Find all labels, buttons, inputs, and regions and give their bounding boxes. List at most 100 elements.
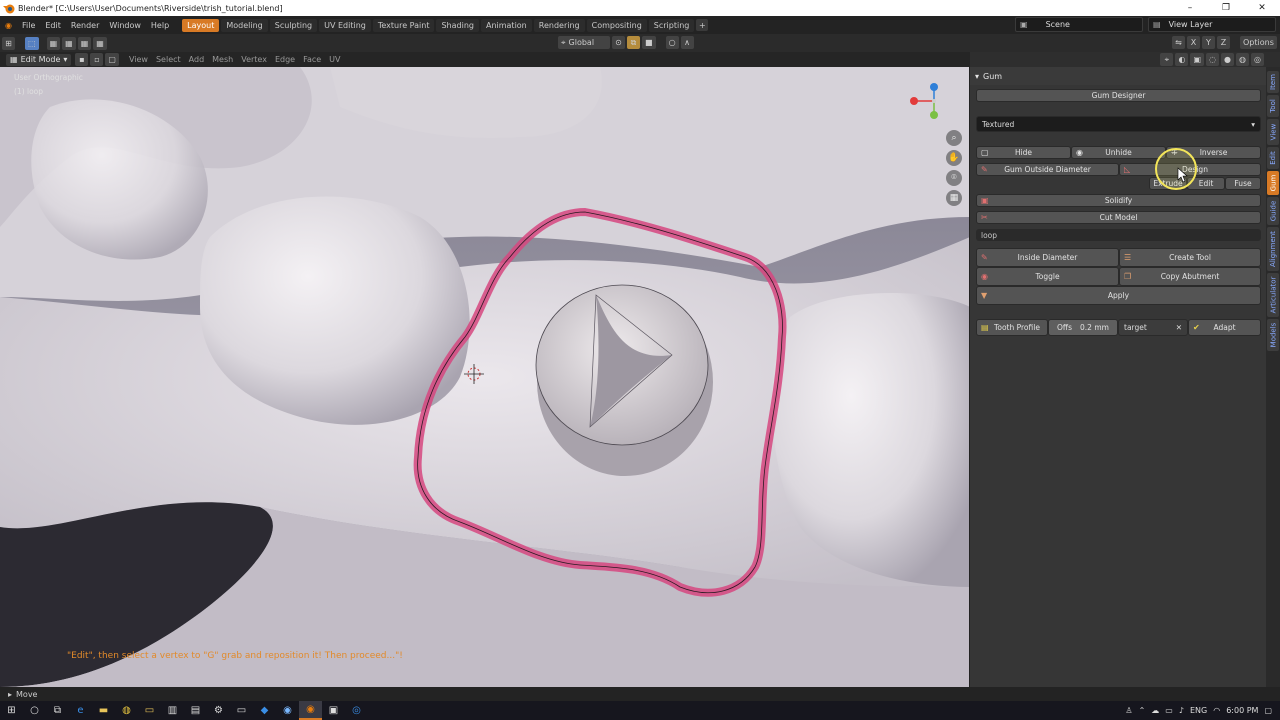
menu-window[interactable]: Window [104,21,146,30]
sidebar-tab-tool[interactable]: Tool [1267,95,1279,117]
create-tool-button[interactable]: ☰ Create Tool [1119,248,1261,267]
sidebar-tab-articulator[interactable]: Articulator [1267,273,1279,317]
tab-modeling[interactable]: Modeling [221,18,268,32]
clear-x-icon[interactable]: ✕ [1176,323,1182,332]
menu-select[interactable]: Select [152,55,185,64]
menu-mesh[interactable]: Mesh [208,55,237,64]
grid-toggle-icon[interactable]: ▦ [946,190,962,206]
windows-start-icon[interactable]: ⊞ [0,701,23,720]
blender-taskbar-icon[interactable]: ◉ [299,701,322,720]
menu-face[interactable]: Face [299,55,325,64]
options-dropdown[interactable]: Options [1240,36,1277,49]
snap-target-dropdown[interactable]: ■ [642,36,656,49]
edge-select-button[interactable]: ▫ [90,53,104,66]
mirror-x-button[interactable]: X [1187,36,1200,49]
offset-field[interactable]: Offs 0.2 mm [1048,319,1118,336]
last-operator-label[interactable]: Move [16,690,37,699]
apply-button[interactable]: ▼ Apply [976,286,1261,305]
viewport-gizmo-toggle[interactable]: ⌖ [1160,53,1174,66]
tab-uv-editing[interactable]: UV Editing [319,18,371,32]
select-mode-extend-button[interactable]: ▦ [62,36,76,50]
shading-rendered-button[interactable]: ◎ [1251,53,1264,66]
shading-material-button[interactable]: ◍ [1236,53,1249,66]
snap-toggle-button[interactable]: ⧉ [627,36,640,49]
tab-animation[interactable]: Animation [480,18,532,32]
sidebar-tab-alignment[interactable]: Alignment [1267,227,1279,271]
clock-label[interactable]: 6:00 PM [1226,706,1258,715]
edge-browser-icon[interactable]: e [69,701,92,720]
blender-menu-icon[interactable]: ◉ [0,21,17,30]
cut-model-button[interactable]: ✂ Cut Model [976,211,1261,224]
menu-edge[interactable]: Edge [271,55,299,64]
tab-layout[interactable]: Layout [182,18,220,32]
minimize-button[interactable]: – [1172,0,1208,16]
3d-viewport[interactable]: User Orthographic (1) loop ⌕ ✋ ⌾ ▦ "Edit… [0,67,970,687]
orientation-dropdown[interactable]: ⌖ Global [558,36,610,49]
hide-button[interactable]: ▢ Hide [976,146,1071,159]
cloud-icon[interactable]: ☁ [1151,706,1159,715]
folder-icon[interactable]: ▭ [138,701,161,720]
tab-scripting[interactable]: Scripting [648,18,695,32]
expand-arrow-icon[interactable]: ▸ [8,690,12,699]
app-icon[interactable]: ▥ [161,701,184,720]
navigation-gizmo[interactable] [904,79,948,125]
mirror-y-button[interactable]: Y [1202,36,1215,49]
copy-abutment-button[interactable]: ❐ Copy Abutment [1119,267,1261,286]
proportional-edit-button[interactable]: ○ [665,36,679,49]
inside-diameter-button[interactable]: ✎ Inside Diameter [976,248,1119,267]
wifi-icon[interactable]: ◠ [1213,706,1220,715]
sidebar-tab-item[interactable]: Item [1267,71,1279,93]
menu-help[interactable]: Help [146,21,174,30]
pan-hand-icon[interactable]: ✋ [946,150,962,166]
select-mode-intersect-button[interactable]: ▦ [93,36,107,50]
gum-panel-header[interactable]: ▾ Gum [970,67,1266,85]
menu-view[interactable]: View [125,55,152,64]
xray-toggle[interactable]: ▣ [1190,53,1204,66]
person-icon[interactable]: ♙ [1125,706,1132,715]
face-select-button[interactable]: ▢ [105,53,119,66]
shading-solid-button[interactable]: ● [1221,53,1234,66]
editor-type-button[interactable]: ⊞ [2,36,15,50]
shading-mode-dropdown[interactable]: Textured ▾ [976,116,1261,132]
shading-wireframe-button[interactable]: ◌ [1206,53,1219,66]
app-2-icon[interactable]: ▤ [184,701,207,720]
menu-add[interactable]: Add [185,55,209,64]
sidebar-tab-models[interactable]: Models [1267,319,1279,351]
sidebar-tab-edit[interactable]: Edit [1267,147,1279,169]
tooth-profile-button[interactable]: ▤ Tooth Profile [976,319,1048,336]
menu-vertex[interactable]: Vertex [237,55,271,64]
menu-render[interactable]: Render [66,21,104,30]
sidebar-tab-guide[interactable]: Guide [1267,197,1279,225]
task-view-icon[interactable]: ⧉ [46,701,69,720]
tab-compositing[interactable]: Compositing [586,18,647,32]
unhide-button[interactable]: ◉ Unhide [1071,146,1166,159]
scene-selector[interactable]: ▣ Scene [1015,17,1143,32]
keyboard-layout-label[interactable]: ENG [1190,706,1207,715]
vertex-select-button[interactable]: ▪ [75,53,89,66]
camera-view-icon[interactable]: ⌾ [946,170,962,186]
adapt-button[interactable]: ✔ Adapt [1188,319,1261,336]
falloff-dropdown[interactable]: ∧ [680,36,694,49]
sidebar-tab-view[interactable]: View [1267,119,1279,145]
zoom-icon[interactable]: ⌕ [946,130,962,146]
overlays-toggle[interactable]: ◐ [1175,53,1189,66]
close-button[interactable]: ✕ [1244,0,1280,16]
chrome-icon[interactable]: ◍ [115,701,138,720]
add-workspace-button[interactable]: + [696,19,709,31]
monitor-icon[interactable]: ▭ [230,701,253,720]
media-icon[interactable]: ◉ [276,701,299,720]
gum-outside-diameter-button[interactable]: ✎ Gum Outside Diameter [976,163,1119,176]
pivot-dropdown[interactable]: ⊙ [612,36,625,49]
chat-icon[interactable]: ◎ [345,701,368,720]
sidebar-tab-gum[interactable]: Gum [1267,171,1279,195]
solidify-button[interactable]: ▣ Solidify [976,194,1261,207]
maximize-button[interactable]: ❐ [1208,0,1244,16]
tab-rendering[interactable]: Rendering [533,18,585,32]
view-layer-selector[interactable]: ▤ View Layer [1148,17,1276,32]
mode-selector[interactable]: ▦ Edit Mode ▾ [6,53,72,66]
search-icon[interactable]: ○ [23,701,46,720]
gum-designer-button[interactable]: Gum Designer [976,89,1261,102]
toggle-button[interactable]: ◉ Toggle [976,267,1119,286]
settings-gear-icon[interactable]: ⚙ [207,701,230,720]
file-explorer-icon[interactable]: ▬ [92,701,115,720]
